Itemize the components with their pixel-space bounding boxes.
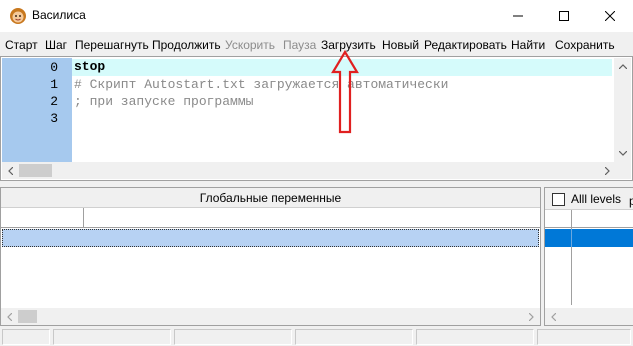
annotation-arrow-icon <box>330 49 360 135</box>
menu-save[interactable]: Сохранить <box>555 38 615 52</box>
variables-column-name[interactable] <box>1 208 84 228</box>
maximize-icon <box>559 11 569 21</box>
line-number: 3 <box>50 111 58 126</box>
line-number: 0 <box>50 60 58 75</box>
scroll-down-icon[interactable] <box>614 145 631 162</box>
editor-vertical-scrollbar[interactable] <box>614 58 631 162</box>
status-bar <box>0 327 633 346</box>
scroll-right-icon[interactable] <box>523 308 540 325</box>
scroll-left-icon[interactable] <box>545 308 562 325</box>
scroll-up-icon[interactable] <box>614 58 631 75</box>
variables-horizontal-scrollbar[interactable] <box>1 308 540 325</box>
close-button[interactable] <box>587 0 633 32</box>
code-line[interactable]: # Скрипт Autostart.txt загружается автом… <box>74 77 448 94</box>
levels-selected-row[interactable] <box>545 229 633 247</box>
menu-step[interactable]: Шаг <box>45 38 67 52</box>
status-panel <box>2 329 50 345</box>
line-number-gutter: 0 1 2 3 <box>2 58 72 162</box>
menu-bar: Старт Шаг Перешагнуть Продолжить Ускорит… <box>0 34 633 56</box>
status-panel <box>295 329 413 345</box>
app-window: Василиса Старт Шаг Перешагнуть Продолжит… <box>0 0 633 346</box>
levels-column-divider <box>571 210 572 305</box>
levels-extra-label: p <box>629 194 633 208</box>
levels-panel: Alll levels p <box>544 187 633 326</box>
menu-new[interactable]: Новый <box>382 38 419 52</box>
variables-hscroll-thumb[interactable] <box>18 310 37 323</box>
code-line[interactable]: ; при запуске программы <box>74 94 253 111</box>
editor-hscroll-thumb[interactable] <box>19 164 52 177</box>
line-number: 1 <box>50 77 58 92</box>
status-panel <box>416 329 534 345</box>
title-bar: Василиса <box>0 0 633 32</box>
menu-pause[interactable]: Пауза <box>283 38 316 52</box>
minimize-icon <box>513 11 523 21</box>
menu-speed-up[interactable]: Ускорить <box>225 38 275 52</box>
window-title: Василиса <box>32 8 86 22</box>
minimize-button[interactable] <box>495 0 541 32</box>
menu-step-over[interactable]: Перешагнуть <box>75 38 149 52</box>
scroll-left-icon[interactable] <box>1 308 18 325</box>
menu-edit[interactable]: Редактировать <box>424 38 507 52</box>
scroll-corner <box>614 162 631 179</box>
menu-find[interactable]: Найти <box>511 38 545 52</box>
all-levels-label: Alll levels <box>571 192 622 206</box>
scroll-left-icon[interactable] <box>2 162 19 179</box>
line-number: 2 <box>50 94 58 109</box>
menu-continue[interactable]: Продолжить <box>152 38 221 52</box>
maximize-button[interactable] <box>541 0 587 32</box>
variables-panel-header: Глобальные переменные <box>1 188 540 208</box>
vasilisa-face-icon <box>9 7 27 25</box>
variables-column-value[interactable] <box>84 208 540 228</box>
status-panel <box>53 329 171 345</box>
global-variables-panel: Глобальные переменные <box>0 187 541 326</box>
status-panel <box>537 329 631 345</box>
levels-horizontal-scrollbar[interactable] <box>545 308 633 325</box>
close-icon <box>605 11 615 21</box>
script-editor[interactable]: 0 1 2 3 stop # Скрипт Autostart.txt загр… <box>0 56 633 181</box>
levels-selected-row-divider <box>571 229 572 247</box>
levels-column-header[interactable] <box>545 210 633 228</box>
all-levels-checkbox[interactable] <box>552 193 565 206</box>
variables-selected-row[interactable] <box>2 229 539 247</box>
menu-start[interactable]: Старт <box>5 38 38 52</box>
levels-panel-header: Alll levels p <box>545 188 633 210</box>
status-panel <box>174 329 292 345</box>
editor-horizontal-scrollbar[interactable] <box>2 162 616 179</box>
